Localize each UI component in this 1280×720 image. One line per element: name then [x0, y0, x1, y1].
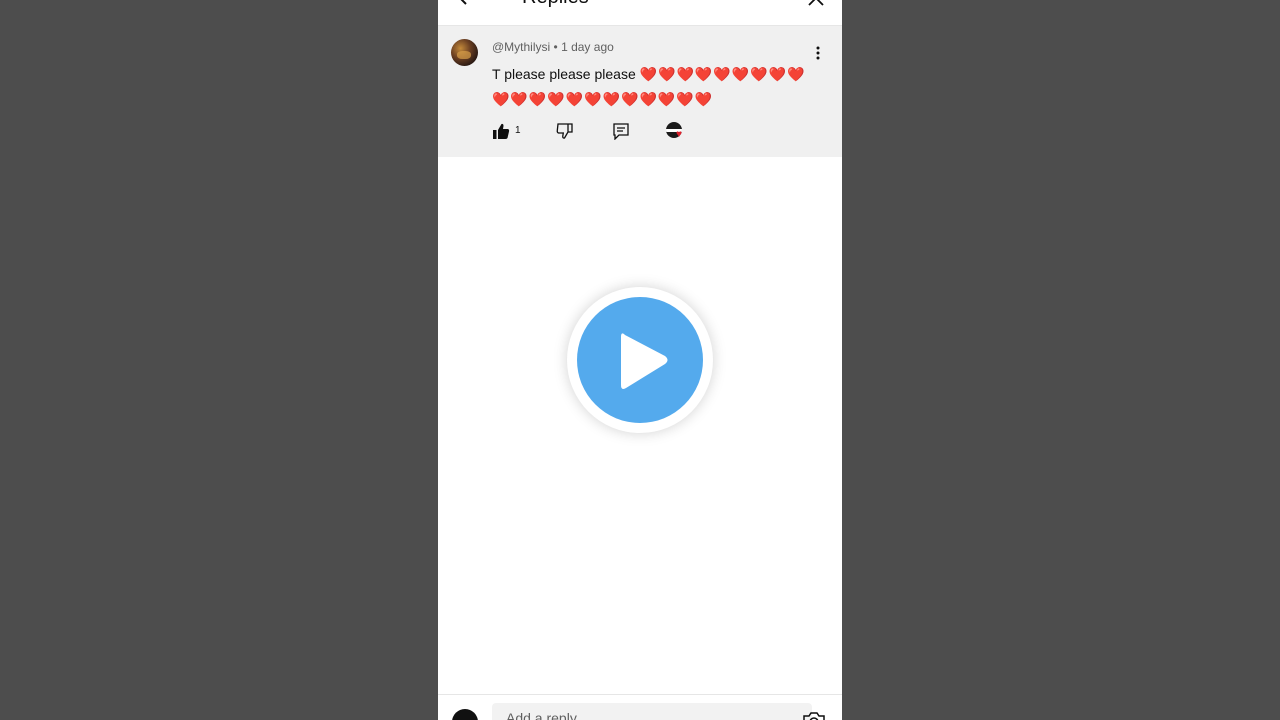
hearts-line-2: ❤️❤️❤️❤️❤️❤️❤️❤️❤️❤️❤️❤️ [492, 92, 714, 108]
close-icon[interactable] [808, 0, 824, 6]
like-count: 1 [515, 125, 521, 136]
comment-time: 1 day ago [561, 40, 614, 54]
camera-icon[interactable] [802, 711, 826, 720]
hearts-line-1: ❤️❤️❤️❤️❤️❤️❤️❤️❤️ [639, 67, 806, 83]
thumbs-up-icon[interactable] [492, 122, 510, 140]
back-arrow-icon[interactable] [454, 0, 472, 6]
replies-header: Replies [438, 0, 842, 26]
reply-input[interactable] [492, 703, 812, 720]
more-vert-icon[interactable] [816, 46, 820, 60]
meta-separator: • [553, 40, 558, 54]
play-button[interactable] [567, 287, 713, 433]
phone-screen: Replies @Mythilysi • 1 day ago T please … [438, 0, 842, 720]
comment-author[interactable]: @Mythilysi [492, 40, 550, 54]
comment-body: T please please please [492, 66, 636, 82]
comment-meta: @Mythilysi • 1 day ago [492, 40, 614, 54]
creator-heart-icon: ♥ [666, 122, 686, 142]
play-icon [621, 333, 668, 389]
comment-card: @Mythilysi • 1 day ago T please please p… [438, 26, 842, 157]
reply-icon[interactable] [612, 122, 630, 140]
user-avatar [452, 709, 478, 720]
heart-badge-icon: ♥ [676, 129, 682, 140]
comment-text: T please please please ❤️❤️❤️❤️❤️❤️❤️❤️❤… [492, 62, 812, 112]
reply-footer [438, 694, 842, 720]
avatar[interactable] [451, 39, 478, 66]
thumbs-down-icon[interactable] [556, 122, 574, 140]
page-title: Replies [522, 0, 589, 9]
